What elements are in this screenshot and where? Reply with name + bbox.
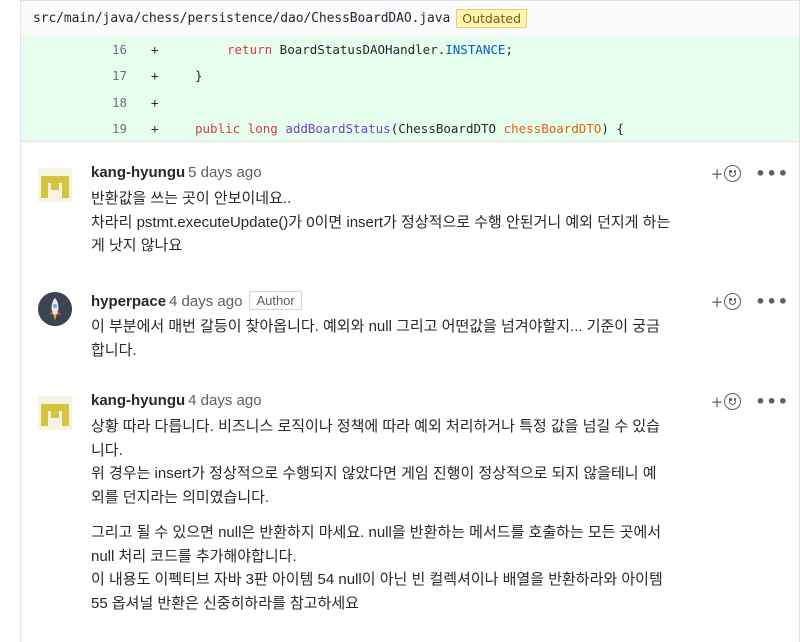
code-line: public long addBoardStatus(ChessBoardDTO…: [195, 121, 624, 136]
avatar[interactable]: [38, 292, 72, 326]
code-line: return BoardStatusDAOHandler.INSTANCE;: [227, 42, 513, 57]
add-reaction-button[interactable]: +: [711, 393, 742, 411]
comment-actions: + •••: [711, 292, 789, 311]
comment-line: 이 부분에서 매번 갈등이 찾아옵니다. 예외와 null 그리고 어떤값을 넘…: [91, 318, 660, 335]
comment-line: 외를 던지라는 의미였습니다.: [91, 488, 270, 506]
code-text: ;: [505, 41, 513, 57]
line-number[interactable]: 16: [21, 42, 127, 57]
comment-line: 게 낫지 않나요: [91, 237, 183, 254]
diff-line-17: 17 + }: [21, 63, 799, 90]
rocket-icon: [38, 292, 72, 326]
diff-line-19: 19 + public long addBoardStatus(ChessBoa…: [21, 116, 799, 143]
identicon-block: [41, 404, 48, 426]
identicon-block: [62, 176, 69, 198]
more-options-icon[interactable]: •••: [755, 292, 789, 311]
line-number[interactable]: 18: [21, 95, 127, 110]
comment-line: 이 내용도 이펙티브 자바 3판 아이템 54 null이 아닌 빈 컬렉셔이나…: [91, 571, 663, 588]
line-number[interactable]: 17: [21, 68, 127, 83]
comment-line: 그리고 될 수 있으면 null은 반환하지 마세요. null을 반환하는 메…: [91, 524, 662, 541]
author-badge: Author: [249, 291, 302, 310]
identicon-block: [48, 404, 62, 411]
identicon-block: [41, 176, 48, 198]
comment-header: kang-hyungu 4 days ago: [91, 392, 262, 409]
author-name[interactable]: hyperpace: [91, 293, 166, 310]
comment-line: null 처리 코드를 추가해야합니다.: [91, 547, 297, 565]
identicon-block: [62, 404, 69, 426]
added-sign: +: [151, 68, 159, 84]
avatar[interactable]: [38, 396, 72, 430]
smiley-icon: [724, 165, 742, 182]
add-reaction-button[interactable]: +: [711, 293, 742, 311]
added-sign: +: [151, 94, 159, 110]
constant: INSTANCE: [445, 41, 506, 57]
identicon-block: [51, 183, 59, 190]
keyword: public long: [195, 121, 278, 137]
comment-line: 위 경우는 insert가 정상적으로 수행되지 않았다면 게임 진행이 정상적…: [91, 465, 657, 482]
timestamp[interactable]: 4 days ago: [188, 392, 261, 409]
author-name[interactable]: kang-hyungu: [91, 164, 185, 181]
add-reaction-button[interactable]: +: [711, 165, 742, 183]
diff-line-18: 18 +: [21, 89, 799, 116]
comment-header: hyperpace 4 days ago Author: [91, 291, 302, 311]
comment-body: 반환값을 쓰는 곳이 안보이네요.. 차라리 pstmt.executeUpda…: [91, 187, 781, 258]
identicon-block: [51, 411, 59, 418]
comment-line: 반환값을 쓰는 곳이 안보이네요..: [91, 190, 292, 207]
comment-actions: + •••: [711, 164, 789, 183]
author-name[interactable]: kang-hyungu: [91, 392, 185, 409]
smiley-icon: [724, 293, 742, 310]
file-header: src/main/java/chess/persistence/dao/Ches…: [20, 0, 800, 36]
parameter: chessBoardDTO: [503, 121, 602, 137]
plus-icon: +: [710, 164, 724, 183]
plus-icon: +: [710, 292, 724, 311]
identicon-block: [48, 176, 62, 183]
code-text: BoardStatusDAOHandler.: [272, 41, 446, 57]
comment-line: 차라리 pstmt.executeUpdate()가 0이면 insert가 정…: [91, 213, 671, 231]
method-name: addBoardStatus: [285, 121, 391, 137]
code-text: ) {: [601, 121, 624, 137]
diff-hunk: 16 + return BoardStatusDAOHandler.INSTAN…: [20, 36, 800, 142]
outdated-badge: Outdated: [456, 9, 528, 28]
comment-line: 상황 따라 다릅니다. 비즈니스 로직이나 정책에 따라 예외 처리하거나 특정…: [91, 418, 660, 435]
smiley-icon: [724, 393, 742, 410]
keyword: return: [227, 41, 273, 57]
comment-body: 상황 따라 다릅니다. 비즈니스 로직이나 정책에 따라 예외 처리하거나 특정…: [91, 415, 781, 615]
plus-icon: +: [710, 392, 724, 411]
file-path[interactable]: src/main/java/chess/persistence/dao/Ches…: [33, 11, 450, 26]
code-text: (ChessBoardDTO: [390, 121, 504, 137]
comment-line: 니다.: [91, 441, 123, 459]
comment-actions: + •••: [711, 392, 789, 411]
comment-header: kang-hyungu 5 days ago: [91, 164, 262, 181]
comment-line: 합니다.: [91, 341, 137, 359]
more-options-icon[interactable]: •••: [755, 392, 789, 411]
more-options-icon[interactable]: •••: [755, 164, 789, 183]
comment-line: 55 옵셔널 반환은 신중히하라를 참고하세요: [91, 594, 359, 612]
comment-body: 이 부분에서 매번 갈등이 찾아옵니다. 예외와 null 그리고 어떤값을 넘…: [91, 315, 781, 362]
added-sign: +: [151, 41, 159, 57]
line-number[interactable]: 19: [21, 121, 127, 136]
added-sign: +: [151, 121, 159, 137]
avatar[interactable]: [38, 168, 72, 202]
code-line: }: [195, 68, 203, 84]
review-thread: kang-hyungu 5 days ago + ••• 반환값을 쓰는 곳이 안…: [20, 142, 800, 642]
timestamp[interactable]: 4 days ago: [169, 293, 242, 310]
diff-line-16: 16 + return BoardStatusDAOHandler.INSTAN…: [21, 36, 799, 63]
timestamp[interactable]: 5 days ago: [188, 164, 261, 181]
